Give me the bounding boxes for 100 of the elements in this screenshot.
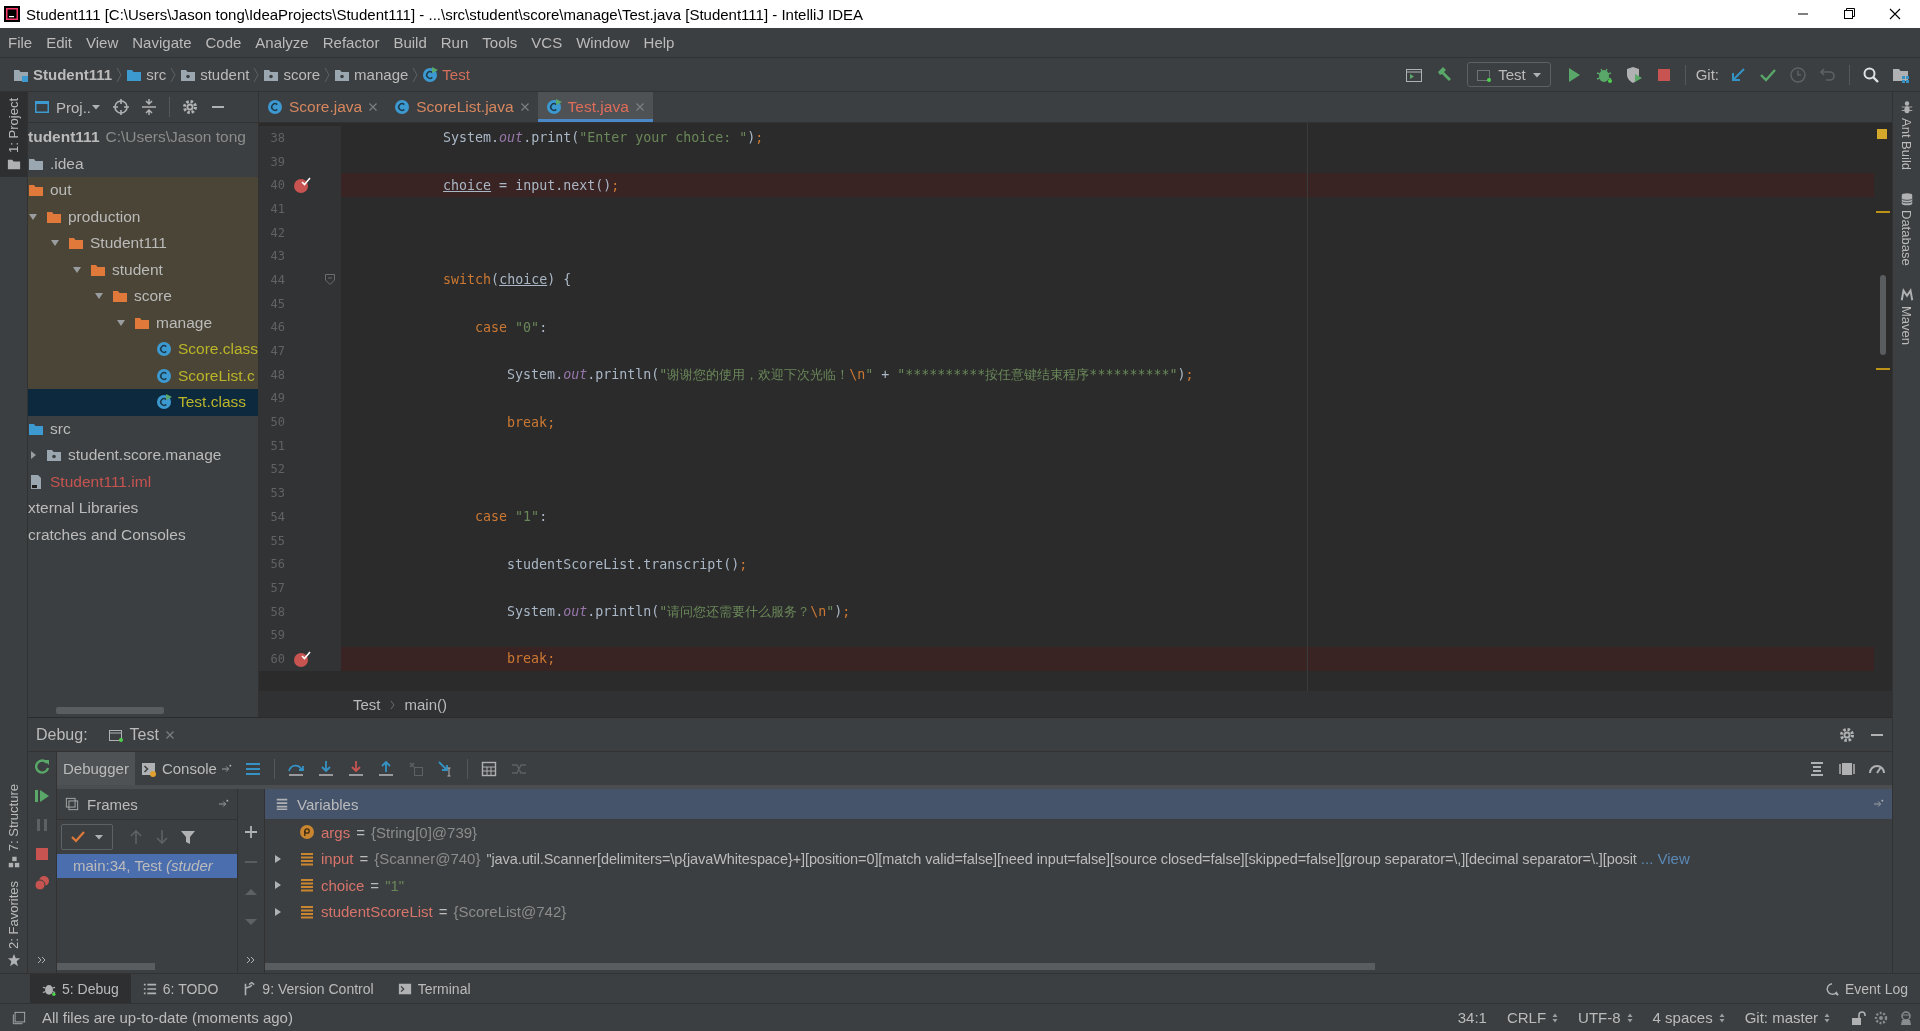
expanded-arrow-icon[interactable] xyxy=(72,264,82,275)
tool-window-tab[interactable]: 6: TODO xyxy=(130,974,231,1003)
variable-row[interactable]: args = {String[0]@739} xyxy=(265,819,1892,846)
tree-item[interactable]: manage xyxy=(28,309,258,336)
indent-select[interactable]: 4 spaces xyxy=(1652,1009,1725,1026)
lock-icon[interactable] xyxy=(1850,1009,1866,1026)
settings-icon[interactable] xyxy=(181,98,199,116)
collapse-all-icon[interactable] xyxy=(140,98,158,116)
view-link[interactable]: ... View xyxy=(1640,850,1690,868)
stop-icon[interactable] xyxy=(33,845,51,863)
variable-row[interactable]: choice = "1" xyxy=(265,872,1892,899)
calculator-icon[interactable] xyxy=(479,759,498,778)
expand-arrow-icon[interactable] xyxy=(273,906,283,917)
menu-item[interactable]: Help xyxy=(636,34,682,51)
editor-tab[interactable]: Score.java xyxy=(259,92,387,122)
nav-crumb[interactable]: Student111 xyxy=(10,66,116,83)
close-icon[interactable] xyxy=(164,729,175,740)
pin-icon[interactable] xyxy=(219,799,229,809)
breakpoint-icon[interactable] xyxy=(293,176,311,195)
step-into-icon[interactable] xyxy=(316,759,335,778)
window-toggle-icon[interactable] xyxy=(12,1010,26,1025)
inspector-icon[interactable] xyxy=(1898,1009,1914,1026)
debug-tab[interactable]: Debugger xyxy=(57,752,135,785)
caret-position[interactable]: 34:1 xyxy=(1457,1009,1487,1026)
settings-icon[interactable] xyxy=(1874,1009,1890,1026)
nav-crumb[interactable]: manage xyxy=(331,66,412,83)
filter-icon[interactable] xyxy=(179,828,197,846)
chevron-double-icon[interactable] xyxy=(246,955,256,965)
run-config-select[interactable]: Test xyxy=(1467,62,1551,87)
tree-item[interactable]: Student111 xyxy=(28,230,258,257)
pin-icon[interactable] xyxy=(1874,799,1884,809)
thread-select[interactable] xyxy=(61,824,113,850)
menu-item[interactable]: Run xyxy=(433,34,476,51)
menu-item[interactable]: Build xyxy=(386,34,434,51)
tool-window-button[interactable]: Database xyxy=(1893,184,1920,280)
scrollbar-thumb[interactable] xyxy=(56,707,164,714)
nav-crumb[interactable]: student xyxy=(177,66,253,83)
nav-crumb[interactable]: src xyxy=(123,66,170,83)
tool-window-tab[interactable]: Terminal xyxy=(385,974,483,1003)
menu-item[interactable]: Tools xyxy=(475,34,525,51)
search-icon[interactable] xyxy=(1862,65,1880,84)
breakpoints-icon[interactable] xyxy=(33,874,51,892)
fold-icon[interactable] xyxy=(325,273,335,286)
menu-item[interactable]: Navigate xyxy=(125,34,199,51)
nav-crumb[interactable]: Test xyxy=(419,66,473,83)
force-step-into-icon[interactable] xyxy=(346,759,365,778)
pin-icon[interactable] xyxy=(221,763,232,774)
tree-item[interactable]: xternal Libraries xyxy=(28,495,258,522)
update-arrow-icon[interactable] xyxy=(1729,65,1747,84)
step-out-icon[interactable] xyxy=(376,759,395,778)
variable-row[interactable]: studentScoreList = {ScoreList@742} xyxy=(265,898,1892,925)
expand-arrow-icon[interactable] xyxy=(273,853,283,864)
hammer-icon[interactable] xyxy=(1435,65,1454,84)
nav-crumb[interactable]: score xyxy=(260,66,324,83)
tree-item[interactable]: cratches and Consoles xyxy=(28,521,258,548)
close-icon[interactable] xyxy=(519,102,530,112)
menu-item[interactable]: VCS xyxy=(524,34,570,51)
collapsed-arrow-icon[interactable] xyxy=(28,450,38,461)
tool-window-button[interactable]: 7: Structure xyxy=(0,777,27,876)
expanded-arrow-icon[interactable] xyxy=(28,211,38,222)
tool-window-button[interactable]: Maven xyxy=(1893,279,1920,359)
menu-item[interactable]: Analyze xyxy=(248,34,316,51)
tool-window-button[interactable]: Ant Build xyxy=(1893,92,1920,185)
crosshair-icon[interactable] xyxy=(112,98,130,116)
expand-arrow-icon[interactable] xyxy=(273,880,283,891)
breakpoint-icon[interactable] xyxy=(293,649,311,668)
list-icon[interactable] xyxy=(1808,759,1826,778)
tree-item[interactable]: .idea xyxy=(28,150,258,177)
tree-item[interactable]: student xyxy=(28,256,258,283)
settings-icon[interactable] xyxy=(1838,725,1856,744)
add-icon[interactable] xyxy=(242,823,260,841)
tree-item[interactable]: production xyxy=(28,203,258,230)
tool-window-tab[interactable]: 5: Debug xyxy=(30,974,131,1003)
scrollbar-thumb[interactable] xyxy=(57,963,155,970)
menu-item[interactable]: Code xyxy=(198,34,249,51)
tool-window-button[interactable]: 2: Favorites xyxy=(0,875,27,973)
tree-item[interactable]: Test.class xyxy=(28,389,258,416)
tool-window-button[interactable]: 1: Project xyxy=(0,92,27,177)
scrollbar-thumb[interactable] xyxy=(265,963,1375,970)
debug-tab[interactable]: Console xyxy=(134,752,238,785)
event-log-button[interactable]: Event Log xyxy=(1812,974,1920,1003)
editor-tab[interactable]: ScoreList.java xyxy=(386,92,538,122)
tree-item[interactable]: tudent111 C:\Users\Jason tong xyxy=(28,124,258,151)
encoding-select[interactable]: UTF-8 xyxy=(1578,1009,1633,1026)
menu-item[interactable]: Edit xyxy=(39,34,80,51)
tool-window-tab[interactable]: 9: Version Control xyxy=(230,974,386,1003)
breadcrumb[interactable]: Test xyxy=(353,696,381,713)
close-icon[interactable] xyxy=(368,102,379,112)
rerun-icon[interactable] xyxy=(33,758,51,776)
expanded-arrow-icon[interactable] xyxy=(116,317,126,328)
tree-item[interactable]: ScoreList.c xyxy=(28,362,258,389)
menu-item[interactable]: Refactor xyxy=(315,34,387,51)
view-selector[interactable]: Proj.. xyxy=(56,98,101,116)
chevron-double-icon[interactable] xyxy=(37,955,47,965)
scrollbar-thumb[interactable] xyxy=(1880,275,1886,355)
vcs-branch-select[interactable]: Git: master xyxy=(1744,1009,1830,1026)
tree-item[interactable]: Score.class xyxy=(28,336,258,363)
tree-item[interactable]: src xyxy=(28,415,258,442)
resume-icon[interactable] xyxy=(33,787,51,805)
shield-run-icon[interactable] xyxy=(1624,65,1643,84)
